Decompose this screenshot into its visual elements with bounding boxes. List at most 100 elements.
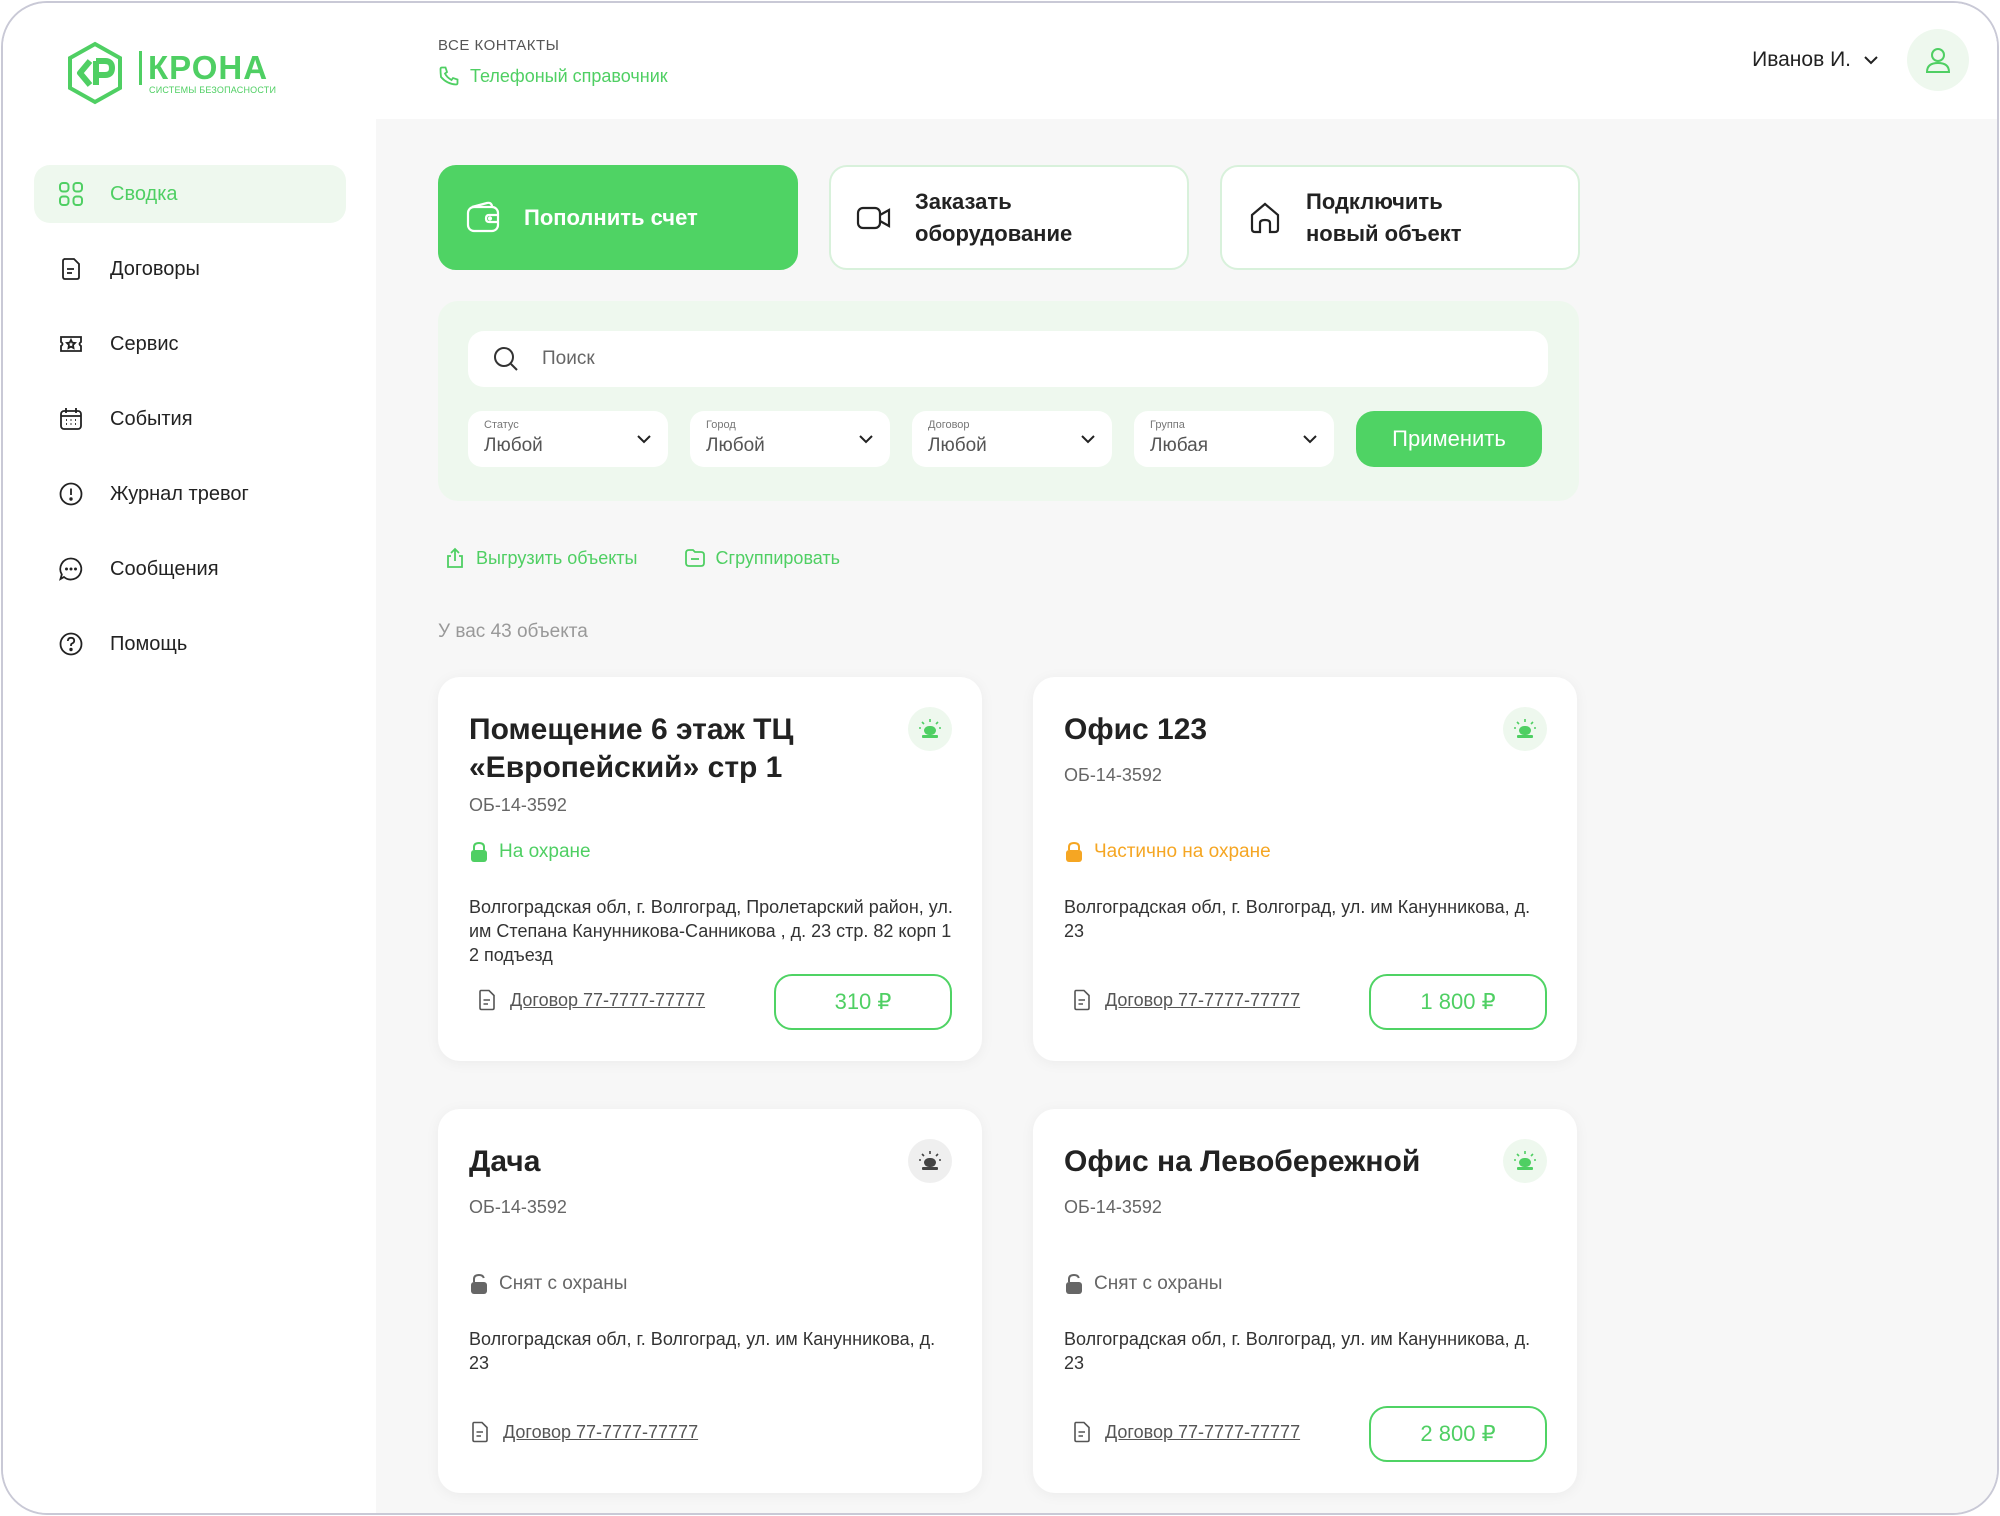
- object-status: Снят с охраны: [469, 1273, 627, 1295]
- siren-icon[interactable]: [908, 707, 952, 751]
- object-card[interactable]: Помещение 6 этаж ТЦ «Европейский» стр 1 …: [438, 677, 982, 1061]
- unlock-icon: [1066, 1273, 1082, 1294]
- balance-button[interactable]: 2 800 ₽: [1369, 1406, 1547, 1462]
- object-code: ОБ-14-3592: [469, 795, 567, 815]
- brand-name: КРОНА: [139, 51, 276, 85]
- apply-button[interactable]: Применить: [1356, 411, 1542, 467]
- sidebar-item-service[interactable]: Сервис: [34, 315, 346, 373]
- calendar-icon: [58, 406, 84, 432]
- contract-select-caption: Договор: [928, 419, 970, 431]
- breadcrumb: ВСЕ КОНТАКТЫ: [438, 37, 560, 54]
- sidebar-item-summary[interactable]: Сводка: [34, 165, 346, 223]
- status-select-value: Любой: [484, 435, 543, 456]
- contract-select-value: Любой: [928, 435, 987, 456]
- object-code: ОБ-14-3592: [469, 1197, 567, 1217]
- document-icon: [472, 1421, 488, 1443]
- object-status: На охране: [469, 841, 591, 863]
- sidebar: КРОНА СИСТЕМЫ БЕЗОПАСНОСТИ Сводка Догово…: [3, 3, 376, 1513]
- chevron-down-icon: [1081, 435, 1095, 444]
- object-address: Волгоградская обл, г. Волгоград, ул. им …: [469, 1329, 936, 1373]
- sidebar-item-label: Журнал тревог: [110, 482, 249, 505]
- city-select[interactable]: Город Любой: [690, 411, 890, 467]
- contract-link[interactable]: Договор 77-7777-77777: [478, 989, 705, 1011]
- contract-link[interactable]: Договор 77-7777-77777: [1073, 1421, 1300, 1443]
- object-address: Волгоградская обл, г. Волгоград, ул. им …: [1064, 897, 1531, 941]
- camera-icon: [855, 199, 893, 237]
- contract-link-label: Договор 77-7777-77777: [510, 989, 706, 1010]
- wallet-icon: [464, 199, 502, 237]
- sidebar-item-messages[interactable]: Сообщения: [34, 540, 346, 598]
- document-icon: [58, 256, 84, 282]
- grid-icon: [58, 181, 84, 207]
- user-menu[interactable]: Иванов И.: [1752, 29, 1969, 91]
- contract-link-label: Договор 77-7777-77777: [1105, 1421, 1301, 1442]
- brand-tagline: СИСТЕМЫ БЕЗОПАСНОСТИ: [149, 85, 277, 95]
- search-box[interactable]: [468, 331, 1548, 387]
- document-icon: [1074, 989, 1090, 1011]
- top-up-label: Пополнить счет: [524, 204, 698, 230]
- object-code: ОБ-14-3592: [1064, 765, 1162, 785]
- object-card[interactable]: Офис 123 ОБ-14-3592 Частично на охране В…: [1033, 677, 1577, 1061]
- object-status-label: Частично на охране: [1094, 841, 1271, 862]
- contract-link[interactable]: Договор 77-7777-77777: [471, 1421, 698, 1443]
- sidebar-nav: Сводка Договоры Сервис События Журнал тр…: [34, 165, 346, 690]
- upload-icon: [447, 547, 463, 568]
- contract-select[interactable]: Договор Любой: [912, 411, 1112, 467]
- connect-object-button[interactable]: Подключить новый объект: [1220, 165, 1580, 270]
- contract-link-label: Договор 77-7777-77777: [503, 1421, 699, 1442]
- order-equipment-button[interactable]: Заказать оборудование: [829, 165, 1189, 270]
- avatar[interactable]: [1907, 29, 1969, 91]
- search-input[interactable]: [542, 348, 1442, 370]
- city-select-caption: Город: [706, 419, 736, 431]
- siren-icon[interactable]: [908, 1139, 952, 1183]
- status-select[interactable]: Статус Любой: [468, 411, 668, 467]
- folder-icon: [684, 549, 705, 567]
- phone-icon: [439, 66, 459, 86]
- object-status-label: На охране: [499, 841, 591, 862]
- quick-actions: Пополнить счет Заказать оборудование Под…: [438, 165, 1611, 270]
- balance-button[interactable]: 1 800 ₽: [1369, 974, 1547, 1030]
- sidebar-item-events[interactable]: События: [34, 390, 346, 448]
- sidebar-item-contracts[interactable]: Договоры: [34, 240, 346, 298]
- sidebar-item-help[interactable]: Помощь: [34, 615, 346, 673]
- objects-count: У вас 43 объекта: [438, 621, 588, 642]
- help-icon: [58, 631, 84, 657]
- top-up-button[interactable]: Пополнить счет: [438, 165, 798, 270]
- contract-link-label: Договор 77-7777-77777: [1105, 989, 1301, 1010]
- lock-icon: [471, 841, 487, 862]
- object-card[interactable]: Дача ОБ-14-3592 Снят с охраны Волгоградс…: [438, 1109, 982, 1493]
- alert-circle-icon: [58, 481, 84, 507]
- object-title: Офис на Левобережной: [1064, 1145, 1421, 1178]
- document-icon: [1074, 1421, 1090, 1443]
- export-objects-button[interactable]: Выгрузить объекты: [444, 547, 638, 569]
- object-code: ОБ-14-3592: [1064, 1197, 1162, 1217]
- object-title: Офис 123: [1064, 713, 1208, 746]
- connect-object-label: Подключить новый объект: [1306, 188, 1462, 246]
- object-address: Волгоградская обл, г. Волгоград, ул. им …: [1064, 1329, 1531, 1373]
- siren-icon[interactable]: [1503, 1139, 1547, 1183]
- siren-icon[interactable]: [1503, 707, 1547, 751]
- group-objects-button[interactable]: Сгруппировать: [684, 547, 840, 569]
- object-title: Дача: [469, 1145, 541, 1178]
- chevron-down-icon: [1303, 435, 1317, 444]
- chevron-down-icon: [637, 435, 651, 444]
- document-icon: [479, 989, 495, 1011]
- sidebar-item-label: События: [110, 407, 193, 430]
- user-icon: [1925, 48, 1951, 73]
- phonebook-link[interactable]: Телефоный справочник: [438, 65, 668, 87]
- search-icon: [494, 347, 518, 371]
- order-equipment-label: Заказать оборудование: [915, 188, 1073, 246]
- user-name: Иванов И.: [1752, 48, 1851, 71]
- sidebar-item-label: Помощь: [110, 632, 188, 655]
- balance-button[interactable]: 310 ₽: [774, 974, 952, 1030]
- contract-link[interactable]: Договор 77-7777-77777: [1073, 989, 1300, 1011]
- logo[interactable]: КРОНА СИСТЕМЫ БЕЗОПАСНОСТИ: [63, 41, 276, 105]
- sidebar-item-label: Сводка: [110, 182, 178, 205]
- object-address: Волгоградская обл, г. Волгоград, Пролета…: [469, 897, 953, 965]
- sidebar-item-alarm-log[interactable]: Журнал тревог: [34, 465, 346, 523]
- object-card[interactable]: Офис на Левобережной ОБ-14-3592 Снят с о…: [1033, 1109, 1577, 1493]
- export-objects-label: Выгрузить объекты: [476, 547, 638, 568]
- unlock-icon: [471, 1273, 487, 1294]
- group-select[interactable]: Группа Любая: [1134, 411, 1334, 467]
- logo-icon: [68, 41, 122, 105]
